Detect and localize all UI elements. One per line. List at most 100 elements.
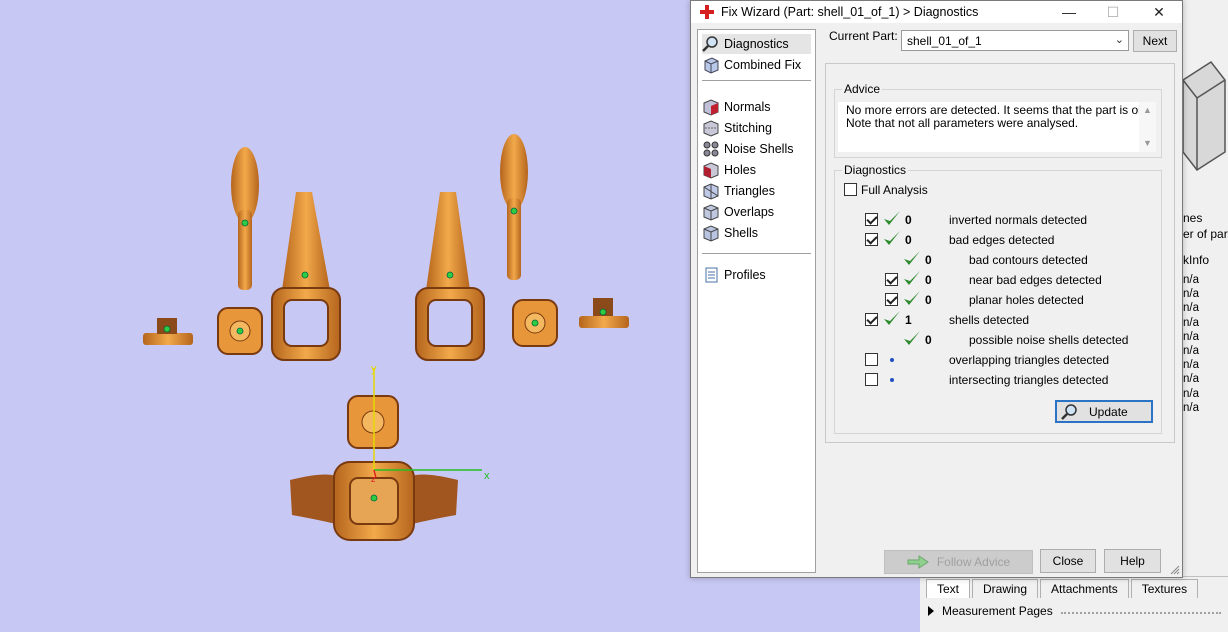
green-check-icon [884, 311, 900, 325]
full-analysis-checkbox[interactable] [844, 183, 857, 196]
right-panel-list-item: n/a [1183, 316, 1199, 329]
measurement-pages-row[interactable]: Measurement Pages [928, 604, 1221, 618]
diagnostic-label: overlapping triangles detected [949, 353, 1110, 367]
update-button[interactable]: Update [1055, 400, 1153, 423]
part-cluster-left [217, 307, 263, 355]
right-panel-list-item: n/a [1183, 387, 1199, 400]
current-part-label: Current Part: [829, 29, 898, 43]
right-panel-list-item: n/a [1183, 274, 1199, 286]
part-pendant-left [271, 192, 341, 361]
resize-grip-icon[interactable] [1170, 565, 1180, 575]
diagnostic-count: 0 [925, 273, 932, 287]
noise-shells-icon [703, 141, 719, 157]
nav-item-normals[interactable]: Normals [702, 97, 811, 117]
nav-item-noise-shells[interactable]: Noise Shells [702, 139, 811, 159]
diagnostic-row: 0 planar holes detected [691, 291, 1171, 310]
diagnostic-checkbox[interactable] [865, 233, 878, 246]
magnifier-icon [702, 36, 718, 52]
part-drop-right [500, 134, 528, 280]
diagnostic-checkbox[interactable] [885, 293, 898, 306]
diagnostic-label: planar holes detected [969, 293, 1084, 307]
diagnostic-count: 0 [905, 233, 912, 247]
part-pendant-right [415, 192, 485, 361]
divider [1060, 608, 1221, 614]
tab-textures[interactable]: Textures [1130, 579, 1199, 598]
green-check-icon [904, 331, 920, 345]
nav-item-stitching[interactable]: Stitching [702, 118, 811, 138]
diagnostic-row: overlapping triangles detected [691, 352, 1171, 370]
right-panel-list-item: n/a [1183, 345, 1199, 358]
diagnostic-label: possible noise shells detected [969, 333, 1129, 347]
advice-textbox[interactable]: No more errors are detected. It seems th… [838, 102, 1156, 152]
diagnostics-title: Diagnostics [842, 163, 909, 177]
right-panel-text-parts: er of parts [1183, 227, 1228, 241]
arrow-right-icon [907, 555, 929, 569]
right-panel-list-item: n/a [1183, 330, 1199, 343]
diagnostic-count: 0 [905, 213, 912, 227]
nav-item-label: Diagnostics [724, 37, 789, 51]
minimize-button[interactable]: — [1047, 1, 1091, 23]
close-button[interactable]: Close [1040, 549, 1096, 573]
diagnostic-checkbox[interactable] [865, 313, 878, 326]
diagnostic-count: 0 [925, 253, 932, 267]
green-check-icon [904, 251, 920, 265]
next-button[interactable]: Next [1133, 30, 1177, 52]
right-panel-list-item: n/a [1183, 288, 1199, 301]
diagnostic-checkbox[interactable] [865, 353, 878, 366]
stitching-icon [703, 120, 719, 137]
measurement-pages-label: Measurement Pages [942, 604, 1053, 618]
nav-item-label: Holes [724, 163, 756, 177]
dialog-titlebar[interactable]: Fix Wizard (Part: shell_01_of_1) > Diagn… [691, 1, 1182, 23]
advice-text-line: Note that not all parameters were analys… [846, 116, 1079, 130]
diagnostic-checkbox[interactable] [885, 273, 898, 286]
help-button[interactable]: Help [1104, 549, 1161, 573]
current-part-select[interactable]: shell_01_of_1 ⌄ [901, 30, 1129, 51]
view-cube-icon[interactable] [1181, 40, 1228, 200]
right-panel-text-nes: nes [1183, 211, 1203, 225]
close-window-button[interactable]: ✕ [1137, 1, 1181, 23]
part-bar-left [143, 318, 193, 345]
expand-arrow-icon[interactable] [928, 606, 934, 616]
nav-item-diagnostics[interactable]: Diagnostics [702, 34, 811, 54]
current-part-value: shell_01_of_1 [907, 34, 982, 48]
diagnostic-label: near bad edges detected [969, 273, 1102, 287]
diagnostic-row: 0 bad contours detected [691, 251, 1171, 270]
tab-attachments[interactable]: Attachments [1040, 579, 1129, 598]
diagnostic-label: inverted normals detected [949, 213, 1088, 227]
update-button-label: Update [1089, 404, 1128, 419]
bottom-panel: Text Drawing Attachments Textures Measur… [920, 576, 1228, 632]
diagnostic-checkbox[interactable] [865, 373, 878, 386]
nav-item-holes[interactable]: Holes [702, 160, 811, 180]
advice-title: Advice [842, 82, 883, 96]
follow-advice-label: Follow Advice [936, 555, 1011, 569]
holes-icon [703, 162, 719, 179]
diagnostic-row: 1 shells detected [691, 311, 1171, 330]
follow-advice-button: Follow Advice [884, 550, 1033, 574]
diagnostic-checkbox[interactable] [865, 213, 878, 226]
diagnostic-count: 0 [925, 293, 932, 307]
properties-panel: nes er of parts kInfo n/an/an/an/an/an/a… [1180, 0, 1228, 632]
nav-item-combined-fix[interactable]: Combined Fix [702, 55, 811, 75]
part-bar-right [579, 298, 629, 328]
tab-drawing[interactable]: Drawing [972, 579, 1039, 598]
normals-icon [703, 99, 719, 116]
tab-text[interactable]: Text [926, 579, 971, 598]
scroll-down-icon[interactable]: ▼ [1143, 137, 1152, 150]
part-cluster-center [347, 395, 399, 449]
advice-group: Advice No more errors are detected. It s… [834, 82, 1162, 158]
nav-item-triangles[interactable]: Triangles [702, 181, 811, 201]
nav-item-label: Combined Fix [724, 58, 802, 72]
nav-item-label: Noise Shells [724, 142, 794, 156]
axis-z-label: z [371, 474, 376, 484]
diagnostic-row: 0 inverted normals detected [691, 211, 1171, 230]
scroll-up-icon[interactable]: ▲ [1143, 104, 1152, 117]
dialog-title: Fix Wizard (Part: shell_01_of_1) > Diagn… [721, 5, 979, 19]
pending-dot-icon [890, 378, 894, 382]
right-panel-list-item: n/a [1183, 359, 1199, 372]
magnifier-icon [1061, 403, 1077, 420]
diagnostic-row: 0 possible noise shells detected [691, 331, 1171, 350]
maximize-button: ☐ [1106, 3, 1120, 20]
full-analysis-label: Full Analysis [861, 183, 928, 197]
advice-scrollbar[interactable]: ▲ ▼ [1139, 102, 1156, 152]
right-panel-list-item: n/a [1183, 302, 1199, 315]
